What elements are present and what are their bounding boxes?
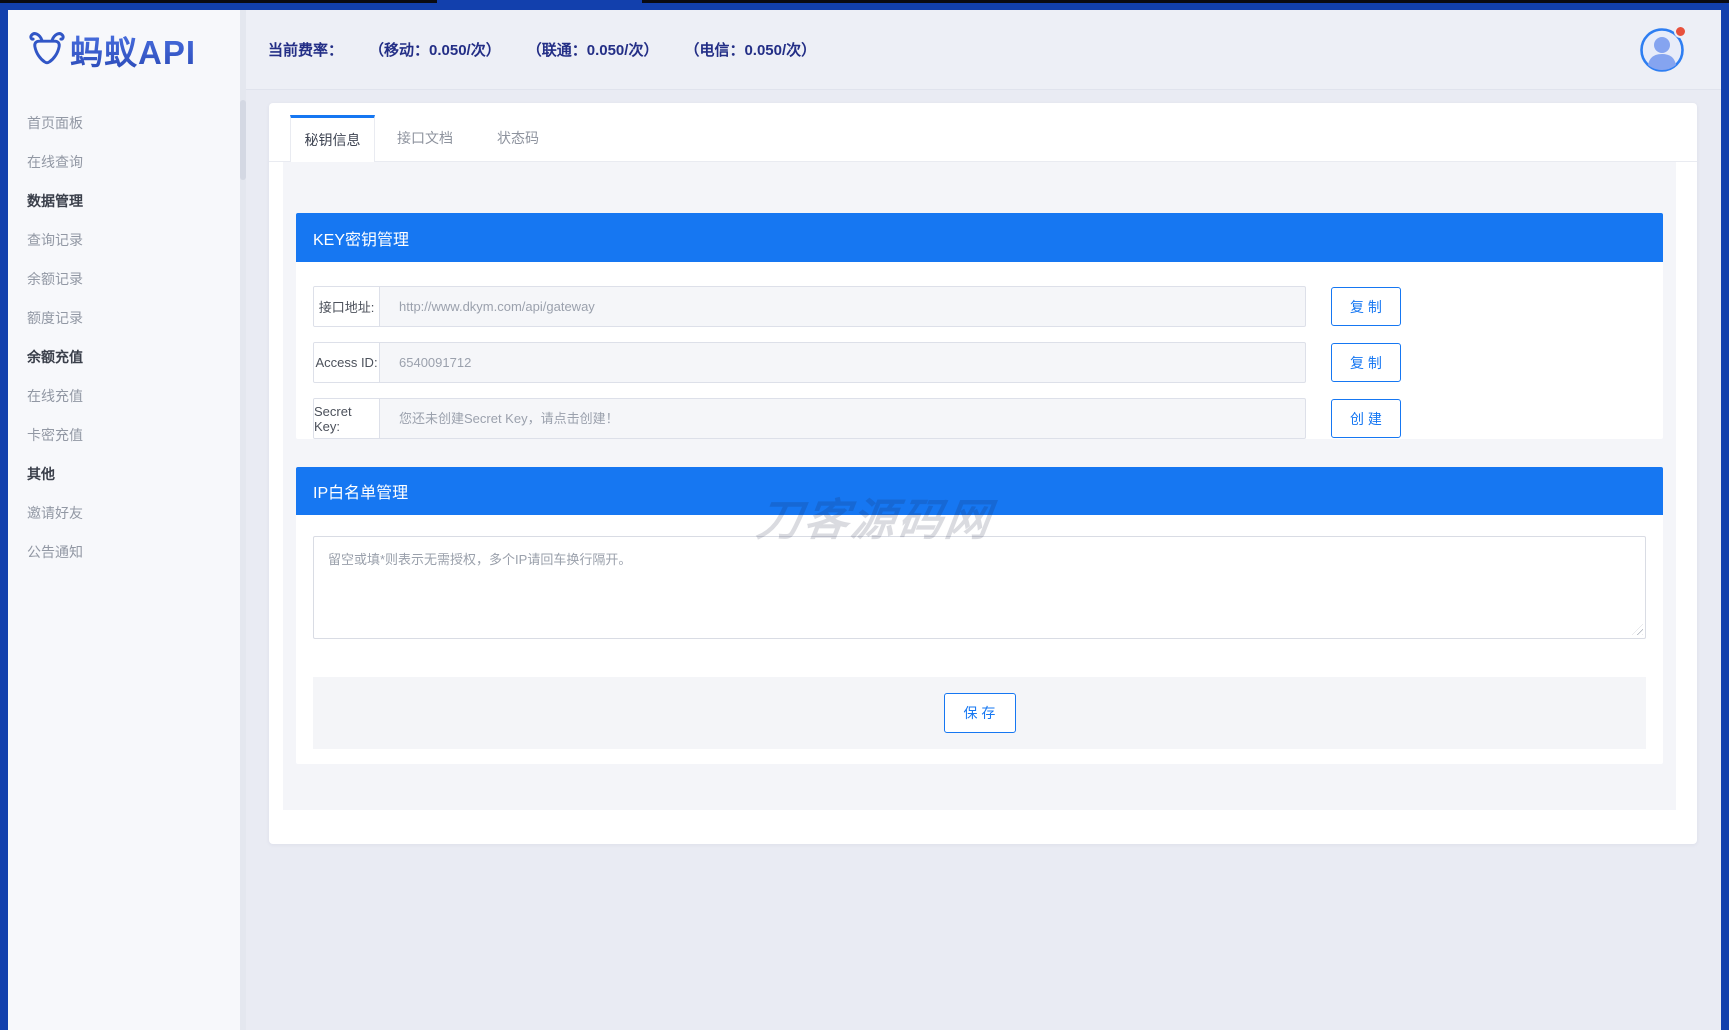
- form-row-api-url: 接口地址: 复 制: [313, 286, 1646, 327]
- access-id-input[interactable]: [380, 343, 1305, 382]
- sidebar-header-data-mgmt: 数据管理: [8, 182, 240, 221]
- window-frame-right: [1721, 10, 1729, 1030]
- save-strip: 保 存: [313, 677, 1646, 749]
- key-section-title: KEY密钥管理: [296, 213, 1663, 262]
- sidebar: 蚂蚁API 首页面板 在线查询 数据管理 查询记录 余额记录 额度记录 余额充值…: [8, 10, 240, 1030]
- sidebar-item-balance-log[interactable]: 余额记录: [8, 260, 240, 299]
- sidebar-nav: 首页面板 在线查询 数据管理 查询记录 余额记录 额度记录 余额充值 在线充值 …: [8, 90, 240, 572]
- sidebar-scrollbar-thumb[interactable]: [240, 100, 246, 180]
- sidebar-scrollbar-track[interactable]: [240, 10, 246, 1030]
- input-group-access-id: Access ID:: [313, 342, 1306, 383]
- tab-pane: KEY密钥管理 接口地址: 复 制 Access ID: 复 制: [283, 162, 1676, 810]
- secret-key-label: Secret Key:: [314, 399, 380, 438]
- sidebar-header-other: 其他: [8, 455, 240, 494]
- notification-dot: [1674, 25, 1687, 38]
- input-group-api-url: 接口地址:: [313, 286, 1306, 327]
- tab-api-docs[interactable]: 接口文档: [375, 114, 475, 161]
- browser-chrome-edge-right: [642, 0, 1729, 3]
- form-row-secret-key: Secret Key: 创 建: [313, 398, 1646, 439]
- user-avatar-button[interactable]: [1639, 27, 1685, 73]
- brand-logo[interactable]: 蚂蚁API: [8, 10, 240, 90]
- ip-section-title: IP白名单管理: [296, 467, 1663, 515]
- sidebar-item-online-query[interactable]: 在线查询: [8, 143, 240, 182]
- sidebar-item-invite[interactable]: 邀请好友: [8, 494, 240, 533]
- sidebar-item-query-log[interactable]: 查询记录: [8, 221, 240, 260]
- sidebar-item-online-recharge[interactable]: 在线充值: [8, 377, 240, 416]
- tab-bar: 秘钥信息 接口文档 状态码: [269, 103, 1697, 162]
- key-management-section: KEY密钥管理 接口地址: 复 制 Access ID: 复 制: [296, 213, 1663, 439]
- rate-label: 当前费率：: [268, 39, 343, 60]
- window-frame-left: [0, 10, 8, 1030]
- sidebar-header-recharge: 余额充值: [8, 338, 240, 377]
- sidebar-item-card-recharge[interactable]: 卡密充值: [8, 416, 240, 455]
- api-url-label: 接口地址:: [314, 287, 380, 326]
- ip-whitelist-textarea[interactable]: [313, 536, 1646, 639]
- copy-api-url-button[interactable]: 复 制: [1331, 287, 1401, 326]
- sidebar-item-home[interactable]: 首页面板: [8, 104, 240, 143]
- tab-key-info[interactable]: 秘钥信息: [290, 115, 375, 162]
- rate-unicom: （联通：0.050/次）: [527, 39, 659, 60]
- form-row-access-id: Access ID: 复 制: [313, 342, 1646, 383]
- save-button[interactable]: 保 存: [944, 693, 1016, 733]
- copy-access-id-button[interactable]: 复 制: [1331, 343, 1401, 382]
- input-group-secret-key: Secret Key:: [313, 398, 1306, 439]
- sidebar-item-announcement[interactable]: 公告通知: [8, 533, 240, 572]
- key-section-body: 接口地址: 复 制 Access ID: 复 制 Secret Key:: [296, 262, 1663, 439]
- browser-chrome-edge-left: [0, 0, 437, 3]
- ant-icon: [26, 29, 68, 71]
- rate-mobile: （移动：0.050/次）: [369, 39, 501, 60]
- sidebar-item-quota-log[interactable]: 额度记录: [8, 299, 240, 338]
- ip-textarea-wrap: [313, 536, 1646, 639]
- topbar: 当前费率： （移动：0.050/次） （联通：0.050/次） （电信：0.05…: [246, 10, 1721, 90]
- content-card: 秘钥信息 接口文档 状态码 KEY密钥管理 接口地址: 复 制 Access I…: [269, 103, 1697, 844]
- access-id-label: Access ID:: [314, 343, 380, 382]
- tab-status-codes[interactable]: 状态码: [475, 114, 561, 161]
- create-secret-key-button[interactable]: 创 建: [1331, 399, 1401, 438]
- api-url-input[interactable]: [380, 287, 1305, 326]
- ip-whitelist-section: IP白名单管理 保 存: [296, 467, 1663, 764]
- current-rates: 当前费率： （移动：0.050/次） （联通：0.050/次） （电信：0.05…: [268, 39, 816, 60]
- rate-telecom: （电信：0.050/次）: [684, 39, 816, 60]
- secret-key-input[interactable]: [380, 399, 1305, 438]
- brand-name: 蚂蚁API: [70, 26, 196, 74]
